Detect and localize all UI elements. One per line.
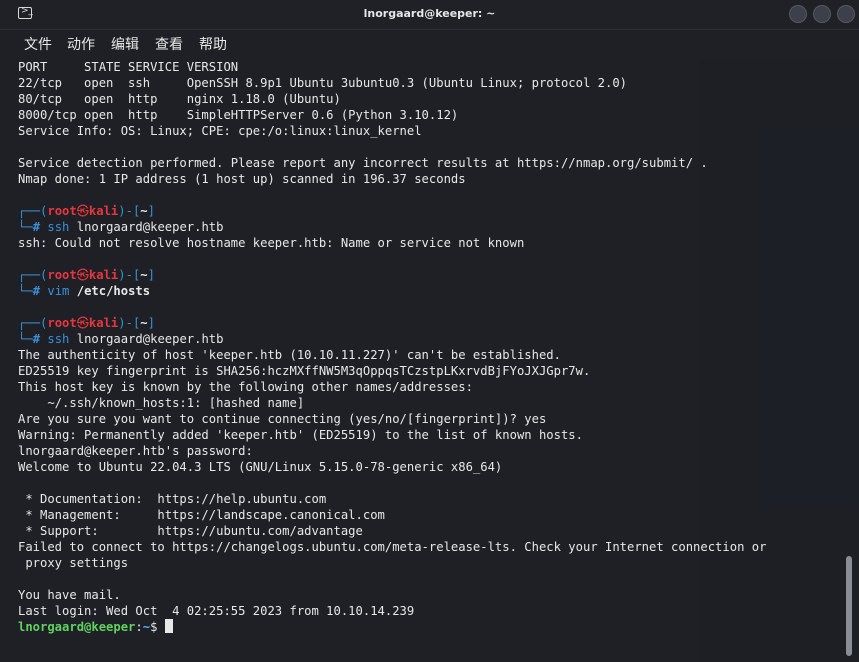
terminal-line: Nmap done: 1 IP address (1 host up) scan…	[18, 172, 466, 186]
prompt-host: kali	[88, 268, 119, 282]
prompt-dir: ~	[140, 204, 148, 218]
terminal-line: This host key is known by the following …	[18, 380, 473, 394]
shell-user: lnorgaard@keeper	[18, 620, 136, 634]
terminal-line: PORT STATE SERVICE VERSION	[18, 60, 239, 74]
terminal-line: Warning: Permanently added 'keeper.htb' …	[18, 428, 583, 442]
prompt-hash: #	[32, 220, 48, 234]
menu-bar: 文件 动作 编辑 查看 帮助	[0, 30, 859, 56]
minimize-button[interactable]	[789, 5, 807, 23]
terminal-line: * Support: https://ubuntu.com/advantage	[18, 524, 363, 538]
command-args: /etc/hosts	[69, 284, 151, 298]
maximize-button[interactable]	[813, 5, 831, 23]
terminal-line: lnorgaard@keeper:~$	[18, 619, 853, 635]
terminal-line: ssh: Could not resolve hostname keeper.h…	[18, 236, 525, 250]
command-args: lnorgaard@keeper.htb	[69, 332, 224, 346]
prompt-at-symbol: ㉿	[76, 316, 89, 330]
prompt-frame: └─	[18, 332, 33, 346]
terminal-line: * Documentation: https://help.ubuntu.com	[18, 492, 327, 506]
prompt-frame: ┌──(	[18, 204, 48, 218]
terminal-line: The authenticity of host 'keeper.htb (10…	[18, 348, 561, 362]
prompt-frame: ┌──(	[18, 268, 48, 282]
prompt-frame: )-[	[118, 268, 141, 282]
terminal-line: ~/.ssh/known_hosts:1: [hashed name]	[18, 396, 305, 410]
terminal-line: 8000/tcp open http SimpleHTTPServer 0.6 …	[18, 108, 459, 122]
shell-dir: ~	[142, 620, 151, 634]
terminal-line: Service detection performed. Please repo…	[18, 156, 708, 170]
prompt-user: root	[47, 268, 77, 282]
terminal-line: You have mail.	[18, 588, 121, 602]
menu-file[interactable]: 文件	[24, 34, 52, 54]
terminal-line: Service Info: OS: Linux; CPE: cpe:/o:lin…	[18, 124, 422, 138]
prompt-frame: └─	[18, 284, 33, 298]
terminal-line: ┌──(root㉿kali)-[~]	[18, 315, 853, 331]
menu-actions[interactable]: 动作	[67, 34, 95, 54]
terminal-window[interactable]: >_ lnorgaard@keeper: ~ 文件 动作 编辑 查看 帮助 PO…	[0, 0, 859, 662]
scrollbar[interactable]	[846, 556, 852, 656]
close-button[interactable]	[837, 5, 855, 23]
terminal-line: └─# ssh lnorgaard@keeper.htb	[18, 219, 853, 235]
terminal-line: lnorgaard@keeper.htb's password:	[18, 444, 253, 458]
prompt-frame: )-[	[118, 316, 141, 330]
shell-symbol: $	[150, 620, 165, 634]
prompt-frame: └─	[18, 220, 33, 234]
cursor	[164, 619, 173, 633]
prompt-at-symbol: ㉿	[76, 204, 89, 218]
terminal-line: 22/tcp open ssh OpenSSH 8.9p1 Ubuntu 3ub…	[18, 76, 628, 90]
prompt-frame: ]	[147, 204, 155, 218]
prompt-frame: ]	[147, 268, 155, 282]
terminal-line: * Management: https://landscape.canonica…	[18, 508, 385, 522]
prompt-dir: ~	[140, 316, 148, 330]
prompt-frame: ┌──(	[18, 316, 48, 330]
prompt-hash: #	[32, 332, 48, 346]
command-args: lnorgaard@keeper.htb	[69, 220, 224, 234]
terminal-line: Are you sure you want to continue connec…	[18, 412, 547, 426]
prompt-dir: ~	[140, 268, 148, 282]
prompt-host: kali	[88, 204, 119, 218]
prompt-frame: ]	[147, 316, 155, 330]
terminal-line: Failed to connect to https://changelogs.…	[18, 540, 767, 554]
window-title: lnorgaard@keeper: ~	[363, 7, 496, 20]
shell-sep: :	[135, 620, 143, 634]
terminal-line: ED25519 key fingerprint is SHA256:hczMXf…	[18, 364, 591, 378]
title-bar[interactable]: >_ lnorgaard@keeper: ~	[0, 0, 859, 30]
menu-view[interactable]: 查看	[155, 34, 183, 54]
terminal-line: Last login: Wed Oct 4 02:25:55 2023 from…	[18, 604, 415, 618]
terminal-line: ┌──(root㉿kali)-[~]	[18, 203, 853, 219]
command-name: ssh	[47, 332, 70, 346]
terminal-line: 80/tcp open http nginx 1.18.0 (Ubuntu)	[18, 92, 341, 106]
terminal-output[interactable]: PORT STATE SERVICE VERSION 22/tcp open ss…	[18, 59, 853, 635]
terminal-line: ┌──(root㉿kali)-[~]	[18, 267, 853, 283]
command-name: vim	[47, 284, 70, 298]
terminal-line: Welcome to Ubuntu 22.04.3 LTS (GNU/Linux…	[18, 460, 503, 474]
prompt-hash: #	[32, 284, 48, 298]
prompt-user: root	[47, 316, 77, 330]
menu-help[interactable]: 帮助	[199, 34, 227, 54]
terminal-line: └─# vim /etc/hosts	[18, 283, 853, 299]
command-name: ssh	[47, 220, 70, 234]
prompt-host: kali	[88, 316, 119, 330]
prompt-frame: )-[	[118, 204, 141, 218]
menu-edit[interactable]: 编辑	[111, 34, 139, 54]
prompt-user: root	[47, 204, 77, 218]
prompt-at-symbol: ㉿	[76, 268, 89, 282]
terminal-line: └─# ssh lnorgaard@keeper.htb	[18, 331, 853, 347]
terminal-line: proxy settings	[18, 556, 129, 570]
